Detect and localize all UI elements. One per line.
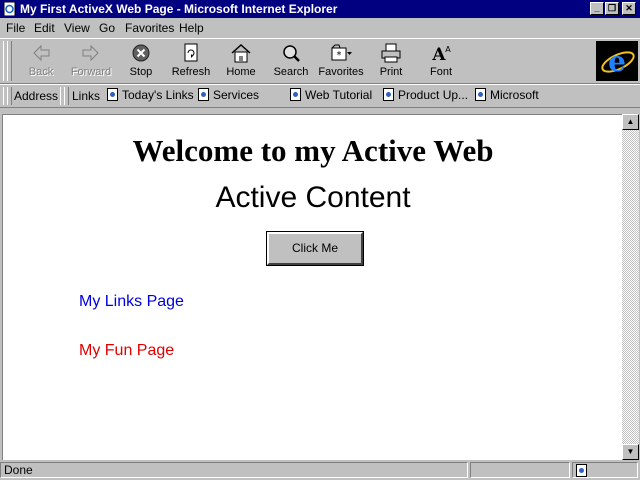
favorites-label: Favorites <box>318 66 364 78</box>
refresh-label: Refresh <box>171 66 211 78</box>
status-progress-panel <box>470 462 570 478</box>
svg-text:A: A <box>431 45 446 63</box>
window-title: My First ActiveX Web Page - Microsoft In… <box>20 2 338 16</box>
favorites-icon: * <box>331 44 352 61</box>
stop-label: Stop <box>129 66 153 78</box>
links-grip[interactable] <box>64 87 69 105</box>
link-product-updates[interactable]: Product Up... <box>383 88 468 102</box>
scroll-down-button[interactable]: ▼ <box>622 444 639 460</box>
menu-edit[interactable]: Edit <box>34 21 55 35</box>
stop-icon <box>132 44 150 62</box>
page-subheading: Active Content <box>215 181 411 214</box>
address-label[interactable]: Address <box>14 89 58 103</box>
menu-bar: File Edit View Go Favorites Help <box>0 18 640 38</box>
font-icon: A A <box>431 45 451 63</box>
minimize-button[interactable]: _ <box>590 2 604 15</box>
page-link-icon <box>198 88 209 101</box>
page-heading: Welcome to my Active Web <box>132 133 494 168</box>
maximize-button[interactable]: ❐ <box>605 2 619 15</box>
menu-go[interactable]: Go <box>99 21 115 35</box>
print-button[interactable]: Print <box>366 41 416 81</box>
page-content[interactable]: Welcome to my Active Web Active Content … <box>2 114 623 461</box>
link-services[interactable]: Services <box>198 88 259 102</box>
home-label: Home <box>226 66 256 78</box>
stop-button[interactable]: Stop <box>116 41 166 81</box>
forward-arrow-icon <box>82 44 99 62</box>
forward-label: Forward <box>70 66 112 78</box>
search-label: Search <box>273 66 309 78</box>
status-text-panel: Done <box>0 462 468 478</box>
search-icon <box>283 45 300 62</box>
svg-text:*: * <box>337 50 342 61</box>
status-zone-panel <box>572 462 638 478</box>
link-todays-links[interactable]: Today's Links <box>107 88 194 102</box>
search-button[interactable]: Search <box>266 41 316 81</box>
link-web-tutorial[interactable]: Web Tutorial <box>290 88 372 102</box>
back-label: Back <box>28 66 54 78</box>
menu-help[interactable]: Help <box>179 21 204 35</box>
print-icon <box>381 43 401 63</box>
close-button[interactable]: ✕ <box>622 2 636 15</box>
status-text: Done <box>4 463 33 477</box>
title-bar[interactable]: My First ActiveX Web Page - Microsoft In… <box>0 0 640 18</box>
my-links-page-link[interactable]: My Links Page <box>79 293 184 311</box>
svg-text:A: A <box>445 45 451 54</box>
menu-view[interactable]: View <box>64 21 90 35</box>
my-fun-page-link[interactable]: My Fun Page <box>79 342 174 360</box>
links-bar: Address Links Today's Links Services Web… <box>0 84 640 108</box>
toolbar: Back Forward Stop Refresh Home Search * … <box>0 38 640 84</box>
address-grip[interactable] <box>7 87 12 105</box>
status-bar: Done <box>0 460 640 480</box>
toolbar-grip[interactable] <box>7 41 12 81</box>
back-button[interactable]: Back <box>16 41 66 81</box>
ie-page-icon <box>3 2 16 16</box>
print-label: Print <box>379 66 403 78</box>
menu-favorites[interactable]: Favorites <box>125 21 174 35</box>
vertical-scrollbar[interactable]: ▲ ▼ <box>622 114 639 460</box>
refresh-button[interactable]: Refresh <box>166 41 216 81</box>
ie-logo: e <box>596 41 638 81</box>
menu-file[interactable]: File <box>6 21 25 35</box>
forward-button[interactable]: Forward <box>66 41 116 81</box>
page-status-icon <box>576 464 587 477</box>
home-icon <box>231 43 251 63</box>
refresh-icon <box>184 43 198 62</box>
home-button[interactable]: Home <box>216 41 266 81</box>
page-link-icon <box>383 88 394 101</box>
ie-logo-icon: e <box>596 41 638 81</box>
links-label: Links <box>72 89 101 103</box>
font-label: Font <box>429 66 452 78</box>
page-link-icon <box>475 88 486 101</box>
click-me-button[interactable]: Click Me <box>266 231 364 266</box>
page-link-icon <box>290 88 301 101</box>
link-microsoft[interactable]: Microsoft <box>475 88 539 102</box>
scroll-up-button[interactable]: ▲ <box>622 114 639 130</box>
back-arrow-icon <box>33 44 50 62</box>
favorites-button[interactable]: * Favorites <box>316 41 366 81</box>
svg-text:e: e <box>608 45 626 78</box>
page-link-icon <box>107 88 118 101</box>
font-button[interactable]: A A Font <box>416 41 466 81</box>
